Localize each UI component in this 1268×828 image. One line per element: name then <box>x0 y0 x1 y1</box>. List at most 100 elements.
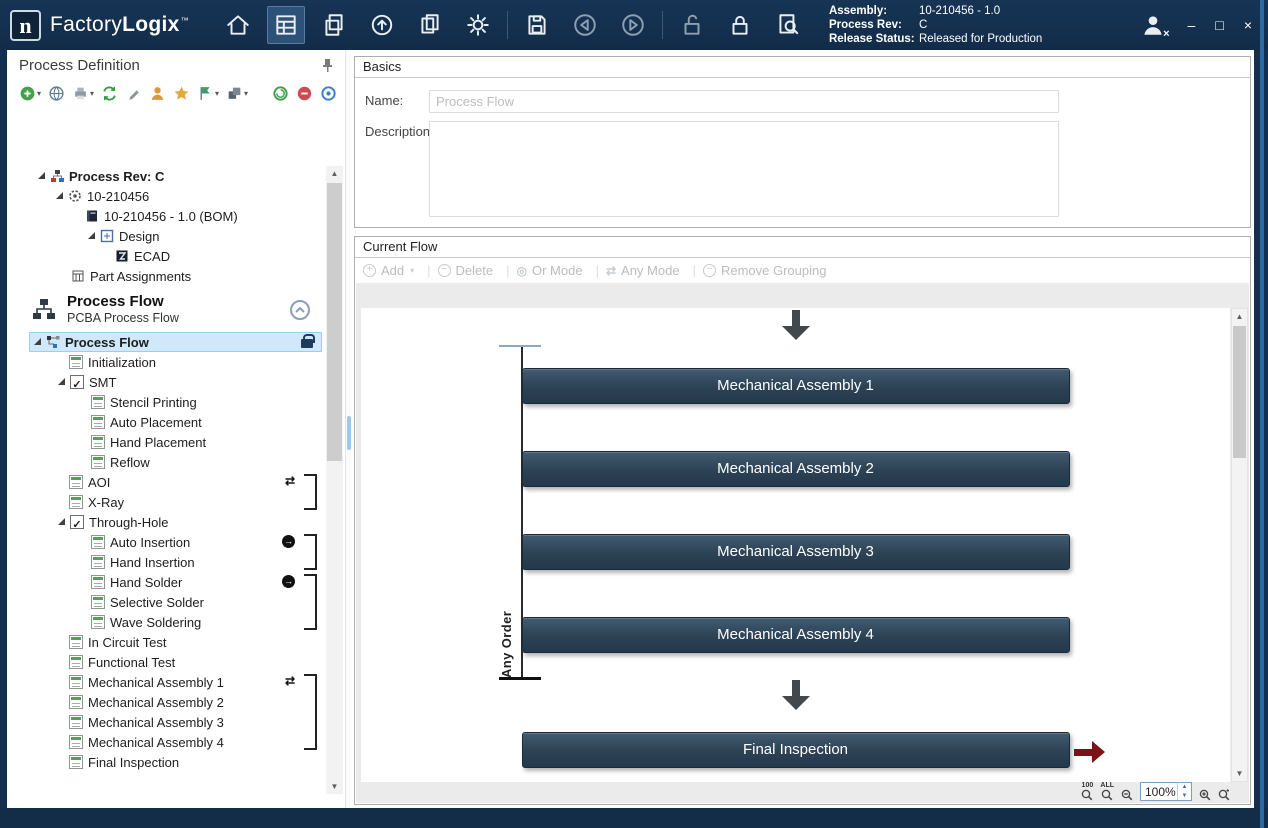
process-definition-button[interactable] <box>267 6 305 44</box>
zoom-level-spinner[interactable]: 100% ▲▼ <box>1140 782 1192 801</box>
zoom-spin-up-icon[interactable]: ▲ <box>1178 783 1191 792</box>
flow-node[interactable]: Mechanical Assembly 1 <box>522 368 1070 404</box>
red-minus-icon <box>296 85 313 102</box>
document-stack-button[interactable] <box>315 6 353 44</box>
tree-item-step[interactable]: Hand Insertion <box>7 552 325 572</box>
sync-button[interactable] <box>101 85 118 102</box>
zoom-spin-down-icon[interactable]: ▼ <box>1178 792 1191 801</box>
tree-item-step[interactable]: Selective Solder <box>7 592 325 612</box>
flow-node[interactable]: Mechanical Assembly 2 <box>522 451 1070 487</box>
splitter-grip[interactable] <box>347 416 351 450</box>
expander-icon[interactable] <box>37 171 47 181</box>
tree-item-step[interactable]: Reflow <box>7 452 325 472</box>
scroll-thumb[interactable] <box>327 183 342 461</box>
tree-item-step[interactable]: Mechanical Assembly 3 <box>7 712 325 732</box>
scroll-down-icon[interactable]: ▼ <box>326 779 343 794</box>
tree-item-step[interactable]: Final Inspection <box>7 752 325 772</box>
user-button[interactable]: × <box>1136 8 1170 42</box>
minimize-button[interactable]: – <box>1188 18 1196 32</box>
lock-button[interactable] <box>721 6 759 44</box>
tree-item-step[interactable]: Mechanical Assembly 2 <box>7 692 325 712</box>
collapse-section-button[interactable] <box>289 299 311 321</box>
tree-item-step[interactable]: Auto Placement <box>7 412 325 432</box>
flow-canvas[interactable]: Any Order Mechanical Assembly 1 Mechanic… <box>361 308 1230 782</box>
tree-item-step[interactable]: Hand Solder→ <box>7 572 325 592</box>
tree-item-step[interactable]: AOI⇄ <box>7 472 325 492</box>
unlock-button[interactable] <box>673 6 711 44</box>
scroll-down-icon[interactable]: ▼ <box>1232 766 1247 781</box>
document-stack-icon <box>321 12 347 38</box>
tree-item-design[interactable]: Design <box>7 226 325 246</box>
or-mode-button[interactable]: ◎Or Mode <box>517 263 583 278</box>
canvas-scrollbar[interactable]: ▲ ▼ <box>1231 308 1248 782</box>
expander-icon[interactable] <box>57 377 67 387</box>
tree-item-bom[interactable]: 10-210456 - 1.0 (BOM) <box>7 206 325 226</box>
user-gold-button[interactable] <box>149 85 166 102</box>
flow-node[interactable]: Mechanical Assembly 3 <box>522 534 1070 570</box>
tree-item-step[interactable]: Initialization <box>7 352 325 372</box>
zoom-100-button[interactable]: 100 <box>1081 783 1093 801</box>
save-button[interactable] <box>518 6 556 44</box>
release-button[interactable] <box>363 6 401 44</box>
tree-item-step[interactable]: Wave Soldering <box>7 612 325 632</box>
maximize-button[interactable]: □ <box>1215 18 1223 32</box>
remove-grouping-button[interactable]: −Remove Grouping <box>703 263 827 278</box>
close-button[interactable]: × <box>1244 18 1252 32</box>
tree-item-process-flow[interactable]: Process Flow <box>7 332 325 352</box>
name-input[interactable] <box>429 90 1059 113</box>
any-mode-button[interactable]: ⇄Any Mode <box>606 263 680 278</box>
tree-item-step[interactable]: X-Ray <box>7 492 325 512</box>
home-button[interactable] <box>219 6 257 44</box>
person-icon <box>149 85 166 102</box>
globe-button[interactable] <box>48 85 65 102</box>
add-step-button[interactable]: +Add▾ <box>363 263 414 278</box>
expander-icon[interactable] <box>87 231 97 241</box>
edit-button[interactable] <box>125 85 142 102</box>
zoom-in-button[interactable] <box>1199 789 1211 801</box>
tree-item-ecad[interactable]: ECAD <box>7 246 325 266</box>
scroll-thumb[interactable] <box>1233 326 1246 458</box>
package-button[interactable]: ▾ <box>226 85 248 102</box>
description-input[interactable] <box>429 121 1059 217</box>
tree-scrollbar[interactable]: ▲ ▼ <box>326 166 343 794</box>
tree-item-step[interactable]: Functional Test <box>7 652 325 672</box>
flow-node-final[interactable]: Final Inspection <box>522 732 1070 768</box>
zoom-out-button[interactable] <box>1121 789 1133 801</box>
pin-icon[interactable] <box>319 57 335 73</box>
group-bracket <box>304 474 317 510</box>
tree-item-process-rev[interactable]: Process Rev: C <box>7 166 325 186</box>
tree-item-part-assignments[interactable]: Part Assignments <box>7 266 325 286</box>
tree-item-assembly[interactable]: 10-210456 <box>7 186 325 206</box>
zoom-all-button[interactable]: ALL <box>1100 783 1114 801</box>
tree-item-step[interactable]: Auto Insertion→ <box>7 532 325 552</box>
add-button[interactable]: ▾ <box>19 85 41 102</box>
activate-button[interactable] <box>272 85 289 102</box>
process-rev-icon <box>50 169 64 183</box>
tree-item-group[interactable]: ✓Through-Hole <box>7 512 325 532</box>
back-button[interactable] <box>566 6 604 44</box>
expander-icon[interactable] <box>57 517 67 527</box>
tree-item-step[interactable]: Stencil Printing <box>7 392 325 412</box>
flow-canvas-area: Any Order Mechanical Assembly 1 Mechanic… <box>356 283 1249 803</box>
flow-node[interactable]: Mechanical Assembly 4 <box>522 617 1070 653</box>
expander-icon[interactable] <box>33 337 43 347</box>
tree-item-step[interactable]: Hand Placement <box>7 432 325 452</box>
info-button[interactable] <box>320 85 337 102</box>
print-button[interactable]: ▾ <box>72 85 94 102</box>
copy-documents-button[interactable] <box>411 6 449 44</box>
scroll-up-icon[interactable]: ▲ <box>326 166 343 181</box>
scroll-up-icon[interactable]: ▲ <box>1232 309 1247 324</box>
search-document-button[interactable] <box>769 6 807 44</box>
settings-button[interactable] <box>459 6 497 44</box>
favorites-button[interactable] <box>173 85 190 102</box>
tree-item-step[interactable]: Mechanical Assembly 4 <box>7 732 325 752</box>
deploy-button[interactable]: ▾ <box>197 85 219 102</box>
zoom-fit-button[interactable] <box>1218 789 1230 801</box>
tree-item-group[interactable]: ✓SMT <box>7 372 325 392</box>
tree-item-step[interactable]: Mechanical Assembly 1⇄ <box>7 672 325 692</box>
expander-icon[interactable] <box>55 191 65 201</box>
forward-button[interactable] <box>614 6 652 44</box>
delete-step-button[interactable]: −Delete <box>438 263 494 278</box>
deactivate-button[interactable] <box>296 85 313 102</box>
tree-item-step[interactable]: In Circuit Test <box>7 632 325 652</box>
